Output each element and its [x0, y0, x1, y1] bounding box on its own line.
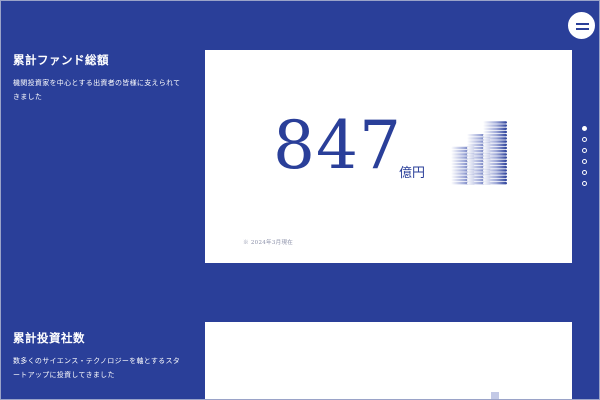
investment-count-description: 数多くのサイエンス・テクノロジーを軸とするスタートアップに投資してきました [13, 357, 181, 379]
page-dot[interactable] [582, 159, 587, 164]
fund-total-value: 847 [273, 107, 402, 184]
menu-button[interactable] [567, 11, 596, 40]
chart-graphic-icon [491, 392, 499, 400]
investment-count-title: 累計投資社数 [13, 331, 85, 345]
fund-total-unit: 億円 [399, 166, 426, 181]
page-dot[interactable] [582, 170, 587, 175]
investment-count-card [205, 322, 572, 400]
fund-total-section: 累計ファンド総額 機関投資家を中心とする出資者の皆様に支えられてきました [13, 52, 183, 104]
coin-stacks-icon [451, 121, 507, 185]
fund-total-title: 累計ファンド総額 [13, 53, 109, 67]
hamburger-menu-icon-line [576, 28, 589, 30]
as-of-note: ※ 2024年3月現在 [243, 240, 294, 246]
page-dot[interactable] [582, 148, 587, 153]
investment-count-section: 累計投資社数 数多くのサイエンス・テクノロジーを軸とするスタートアップに投資して… [13, 330, 183, 382]
page-dot[interactable] [582, 137, 587, 142]
page-dot[interactable] [582, 126, 587, 131]
page-dot[interactable] [582, 181, 587, 186]
fund-total-card: 847 億円 ※ 2024年3月現在 [205, 50, 572, 263]
fund-total-description: 機関投資家を中心とする出資者の皆様に支えられてきました [13, 79, 181, 101]
hamburger-menu-icon [576, 23, 589, 25]
page-navigation-dots [582, 126, 588, 192]
